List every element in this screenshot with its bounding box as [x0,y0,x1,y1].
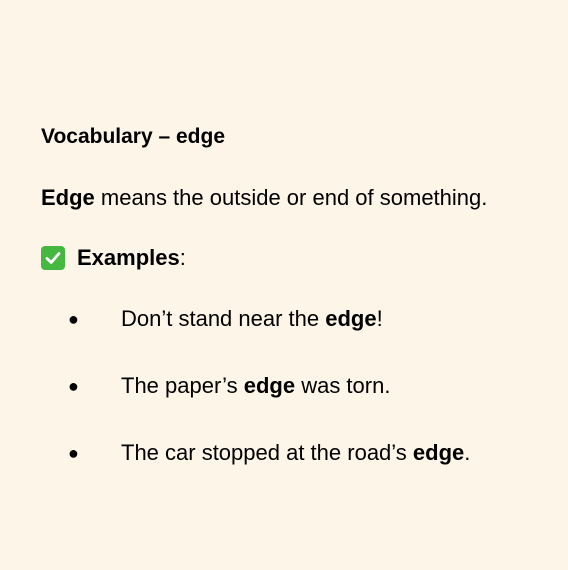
bullet: ● [68,443,79,463]
example-keyword: edge [412,440,465,465]
page-title: Vocabulary – edge [41,125,226,148]
example-keyword: edge [243,373,296,398]
example-text-before: The paper’s [121,373,244,398]
example-text-before: The car stopped at the road’s [121,440,413,465]
examples-heading: Examples: [41,244,186,272]
examples-colon: : [179,245,186,270]
example-text: Don’t stand near the edge! [121,305,383,333]
example-keyword: edge [325,306,377,331]
definition-text: means the outside or end of something. [94,185,488,210]
check-mark-icon [41,246,65,270]
example-text: The car stopped at the road’s edge. [121,439,470,467]
example-text-after: . [464,440,471,465]
bullet: ● [68,376,79,396]
examples-label: Examples [77,245,180,270]
example-text-before: Don’t stand near the [121,306,326,331]
definition-term: Edge [41,185,95,210]
definition: Edge means the outside or end of somethi… [41,184,487,212]
example-text-after: ! [376,306,383,331]
example-text-after: was torn. [295,373,391,398]
bullet: ● [68,309,79,329]
example-text: The paper’s edge was torn. [121,372,390,400]
